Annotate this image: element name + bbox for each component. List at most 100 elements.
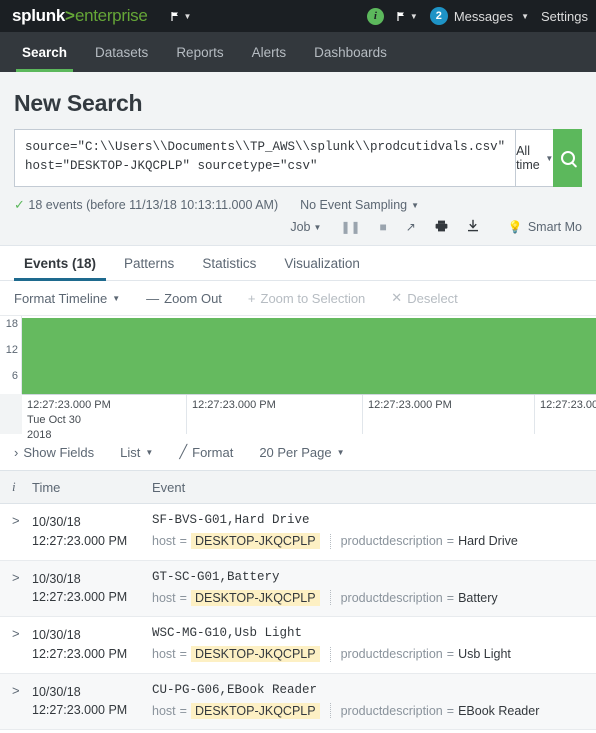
field-value[interactable]: DESKTOP-JKQCPLP: [190, 702, 320, 719]
nav-item-alerts[interactable]: Alerts: [238, 32, 301, 72]
info-icon[interactable]: i: [366, 7, 384, 25]
nav-item-datasets[interactable]: Datasets: [81, 32, 162, 72]
list-mode-menu[interactable]: List ▼: [120, 445, 153, 460]
table-row[interactable]: > 10/30/18 12:27:23.000 PM GT-SC-G01,Bat…: [0, 560, 596, 617]
column-header-event[interactable]: Event: [146, 470, 596, 504]
job-controls-row: Job ▼ ❚❚ ■ ↗ 💡 Smart Mo: [0, 215, 596, 245]
print-icon[interactable]: [435, 220, 448, 235]
timeline-bar[interactable]: [22, 318, 596, 394]
pause-icon[interactable]: ❚❚: [340, 220, 360, 234]
row-raw-event[interactable]: GT-SC-G01,Battery: [152, 570, 590, 584]
export-icon[interactable]: [467, 219, 479, 235]
page-title: New Search: [14, 90, 143, 116]
logo-enterprise-text: enterprise: [74, 6, 148, 25]
splunk-logo[interactable]: splunk > enterprise: [0, 6, 148, 26]
row-event-cell: CU-PG-G06,EBook Reader host = DESKTOP-JK…: [146, 673, 596, 730]
chevron-down-icon: ▼: [411, 200, 420, 210]
flag-dropdown-icon[interactable]: ▼: [170, 11, 192, 22]
tab-statistics[interactable]: Statistics: [188, 246, 270, 280]
field-productdescription[interactable]: productdescription = EBook Reader: [341, 704, 540, 718]
field-key: host: [152, 703, 176, 718]
deselect-button[interactable]: ✕ Deselect: [391, 290, 457, 306]
event-sampling-menu[interactable]: No Event Sampling ▼: [300, 198, 419, 212]
zoom-out-button[interactable]: — Zoom Out: [146, 291, 222, 306]
nav-item-reports[interactable]: Reports: [162, 32, 237, 72]
row-expand-toggle[interactable]: >: [0, 673, 26, 730]
row-date: 10/30/18: [32, 628, 81, 642]
timeline-chart[interactable]: 18 12 6: [0, 316, 596, 394]
row-expand-toggle[interactable]: >: [0, 560, 26, 617]
table-row[interactable]: > 10/30/18 12:27:23.000 PM SF-BVS-G01,Ha…: [0, 504, 596, 561]
app-bar: splunk > enterprise ▼ i ▼ 2 Messages ▼ S…: [0, 0, 596, 32]
row-raw-event[interactable]: WSC-MG-G10,Usb Light: [152, 626, 590, 640]
tab-label: Statistics: [202, 256, 257, 271]
per-page-menu[interactable]: 20 Per Page ▼: [259, 445, 344, 460]
field-key: productdescription: [340, 590, 443, 605]
field-key: host: [152, 647, 176, 661]
messages-menu[interactable]: 2 Messages ▼: [429, 7, 529, 25]
row-expand-toggle[interactable]: >: [0, 617, 26, 674]
tab-visualization[interactable]: Visualization: [270, 246, 374, 280]
row-date: 10/30/18: [32, 515, 81, 529]
activity-flag-icon[interactable]: ▼: [396, 11, 418, 22]
tab-label: Events (18): [24, 256, 97, 271]
table-row[interactable]: > 10/30/18 12:27:23.000 PM WSC-MG-G10,Us…: [0, 617, 596, 674]
field-value[interactable]: DESKTOP-JKQCPLP: [190, 589, 320, 606]
field-host[interactable]: host = DESKTOP-JKQCPLP: [152, 646, 320, 662]
field-productdescription[interactable]: productdescription = Usb Light: [341, 647, 511, 661]
x-tick-year: 2018: [27, 428, 52, 441]
column-header-time[interactable]: Time: [26, 470, 146, 504]
field-value[interactable]: EBook Reader: [458, 704, 539, 718]
app-bar-right-group: i ▼ 2 Messages ▼ Settings: [366, 0, 588, 32]
tab-patterns[interactable]: Patterns: [110, 246, 188, 280]
table-row[interactable]: > 10/30/18 12:27:23.000 PM CU-PG-G06,EBo…: [0, 673, 596, 730]
field-value[interactable]: Battery: [458, 591, 498, 605]
field-host[interactable]: host = DESKTOP-JKQCPLP: [152, 589, 320, 606]
messages-badge: 2: [429, 7, 448, 25]
format-timeline-label: Format Timeline: [14, 290, 108, 306]
field-host[interactable]: host = DESKTOP-JKQCPLP: [152, 702, 320, 719]
search-submit-button[interactable]: [553, 129, 582, 187]
nav-label: Reports: [176, 44, 224, 60]
nav-item-search[interactable]: Search: [8, 32, 81, 72]
row-expand-toggle[interactable]: >: [0, 504, 26, 561]
field-equals: =: [179, 534, 187, 548]
row-raw-event[interactable]: SF-BVS-G01,Hard Drive: [152, 513, 590, 527]
field-value[interactable]: Hard Drive: [458, 534, 518, 548]
time-range-picker[interactable]: All time ▼: [515, 129, 554, 187]
format-timeline-menu[interactable]: Format Timeline ▼: [14, 291, 120, 306]
job-menu[interactable]: Job ▼: [290, 220, 321, 234]
messages-label: Messages: [453, 8, 514, 24]
field-productdescription[interactable]: productdescription = Hard Drive: [341, 534, 518, 548]
nav-item-dashboards[interactable]: Dashboards: [300, 32, 401, 72]
zoom-out-label: Zoom Out: [164, 290, 222, 306]
search-page: New Search source="C:\\Users\\Documents\…: [0, 72, 596, 730]
show-fields-button[interactable]: › Show Fields: [14, 445, 94, 460]
field-value[interactable]: Usb Light: [458, 647, 511, 661]
row-time-cell: 10/30/18 12:27:23.000 PM: [26, 504, 146, 561]
format-button[interactable]: ╱ Format: [179, 444, 233, 460]
events-table-header-row: i Time Event: [0, 470, 596, 504]
events-count-text: 18 events (before 11/13/18 10:13:11.000 …: [28, 198, 279, 212]
flag-caret-icon: ▼: [183, 11, 192, 21]
field-value[interactable]: DESKTOP-JKQCPLP: [190, 533, 320, 549]
row-time: 12:27:23.000 PM: [32, 590, 128, 605]
nav-label: Search: [22, 44, 68, 60]
smart-mode-selector[interactable]: 💡 Smart Mo: [508, 220, 582, 234]
field-value[interactable]: DESKTOP-JKQCPLP: [190, 646, 320, 662]
share-icon[interactable]: ↗: [406, 220, 416, 234]
field-key: productdescription: [340, 647, 443, 661]
search-input[interactable]: source="C:\\Users\\Documents\\TP_AWS\\sp…: [14, 129, 516, 187]
chart-plot-area[interactable]: [22, 316, 596, 394]
stop-icon[interactable]: ■: [380, 220, 387, 234]
field-host[interactable]: host = DESKTOP-JKQCPLP: [152, 533, 320, 549]
tab-events[interactable]: Events (18): [10, 246, 110, 281]
list-mode-label: List: [120, 444, 141, 460]
zoom-to-selection-button[interactable]: + Zoom to Selection: [248, 291, 365, 306]
settings-menu[interactable]: Settings: [541, 9, 588, 24]
row-raw-event[interactable]: CU-PG-G06,EBook Reader: [152, 683, 590, 697]
field-productdescription[interactable]: productdescription = Battery: [341, 591, 498, 605]
row-time: 12:27:23.000 PM: [32, 646, 128, 661]
row-fields: host = DESKTOP-JKQCPLP productdescriptio…: [152, 702, 590, 719]
search-query-line-2: host="DESKTOP-JKQCPLP" sourcetype="csv": [25, 159, 318, 174]
